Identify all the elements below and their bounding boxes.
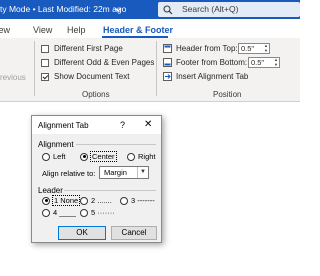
dialog-title: Alignment Tab (38, 121, 89, 130)
leader-dashes-radio[interactable]: 3 ------- (120, 196, 155, 205)
leader-section-label: Leader (38, 186, 63, 195)
insert-alignment-tab-label: Insert Alignment Tab (176, 71, 249, 81)
footer-value: 0.5" (251, 58, 265, 67)
tab-header-footer[interactable]: Header & Footer (103, 25, 173, 35)
align-relative-label: Align relative to: (42, 169, 96, 178)
section-divider (64, 190, 156, 191)
spinner-arrows-icon[interactable]: ▲ ▼ (273, 57, 279, 67)
alignment-tab-icon (163, 71, 172, 81)
alignment-left-radio[interactable]: Left (42, 152, 66, 161)
checkbox[interactable] (41, 44, 49, 53)
title-bar: ty Mode • Last Modified: 22m ago Search … (0, 0, 300, 19)
position-group-label: Position (213, 90, 242, 99)
footer-from-bottom-input[interactable]: 0.5" ▲ ▼ (248, 57, 280, 68)
footer-position-icon (163, 57, 172, 67)
different-first-page-checkbox[interactable]: Different First Page (41, 43, 123, 54)
checkbox[interactable] (41, 58, 49, 67)
alignment-section-label: Alignment (38, 140, 74, 149)
ok-button[interactable]: OK (58, 226, 106, 240)
tab-review[interactable]: view (0, 25, 10, 35)
radio-button[interactable] (42, 152, 50, 161)
radio-label: Center (90, 151, 117, 162)
header-from-top-input[interactable]: 0.5" ▲ ▼ (238, 43, 270, 54)
help-icon[interactable]: ? (120, 120, 125, 130)
chevron-down-icon[interactable] (113, 3, 123, 15)
insert-alignment-tab-button[interactable]: Insert Alignment Tab (163, 70, 248, 82)
alignment-right-radio[interactable]: Right (127, 152, 156, 161)
footer-from-bottom-row: Footer from Bottom: (163, 56, 247, 68)
search-placeholder: Search (Alt+Q) (182, 4, 239, 14)
tab-help[interactable]: Help (67, 25, 86, 35)
options-group-label: Options (82, 90, 110, 99)
search-box[interactable]: Search (Alt+Q) (158, 2, 300, 17)
alignment-tab-dialog: Alignment Tab ? ✕ Alignment Left Center … (31, 115, 162, 243)
radio-label: Right (138, 152, 156, 161)
leader-none-radio[interactable]: 1 None (42, 195, 81, 206)
checkbox-label: Different Odd & Even Pages (54, 58, 155, 67)
radio-label: 3 ------- (131, 196, 155, 205)
header-from-top-label: Header from Top: (176, 43, 238, 53)
cancel-button[interactable]: Cancel (111, 226, 157, 240)
radio-label: 4 ____ (53, 208, 76, 217)
radio-button[interactable] (80, 196, 88, 205)
ribbon-separator (34, 41, 35, 96)
leader-dots-radio[interactable]: 2 ....... (80, 196, 112, 205)
radio-button[interactable] (120, 196, 128, 205)
section-divider (76, 144, 156, 145)
radio-label: 5 ······· (91, 208, 115, 217)
checkbox-label: Show Document Text (54, 72, 130, 81)
close-icon[interactable]: ✕ (144, 119, 152, 130)
leader-middot-radio[interactable]: 5 ······· (80, 208, 115, 217)
radio-button[interactable] (80, 208, 88, 217)
ribbon-separator (156, 41, 157, 96)
tab-view[interactable]: View (33, 25, 52, 35)
checkbox-checked[interactable] (41, 72, 49, 81)
chevron-down-icon[interactable]: ▼ (137, 167, 148, 178)
different-odd-even-checkbox[interactable]: Different Odd & Even Pages (41, 57, 154, 68)
search-icon (163, 5, 173, 15)
dialog-titlebar: Alignment Tab ? ✕ (32, 116, 161, 134)
radio-label: 2 ....... (91, 196, 112, 205)
radio-button[interactable] (127, 152, 135, 161)
show-document-text-checkbox[interactable]: Show Document Text (41, 71, 129, 82)
radio-button-selected[interactable] (80, 152, 88, 161)
checkbox-label: Different First Page (54, 44, 123, 53)
radio-button-selected[interactable] (42, 196, 50, 205)
previous-button[interactable]: revious (0, 73, 26, 82)
align-relative-value: Margin (104, 168, 127, 177)
leader-underline-radio[interactable]: 4 ____ (42, 208, 76, 217)
ribbon-body: revious Different First Page Different O… (0, 38, 300, 102)
radio-button[interactable] (42, 208, 50, 217)
alignment-center-radio[interactable]: Center (80, 151, 117, 162)
header-from-top-row: Header from Top: (163, 42, 238, 54)
spinner-arrows-icon[interactable]: ▲ ▼ (263, 43, 269, 53)
radio-label: 1 None (51, 195, 81, 206)
footer-from-bottom-label: Footer from Bottom: (176, 57, 248, 67)
radio-label: Left (53, 152, 66, 161)
header-value: 0.5" (241, 44, 255, 53)
align-relative-select[interactable]: Margin ▼ (99, 166, 149, 179)
document-title: ty Mode • Last Modified: 22m ago (0, 4, 127, 14)
header-position-icon (163, 43, 172, 53)
